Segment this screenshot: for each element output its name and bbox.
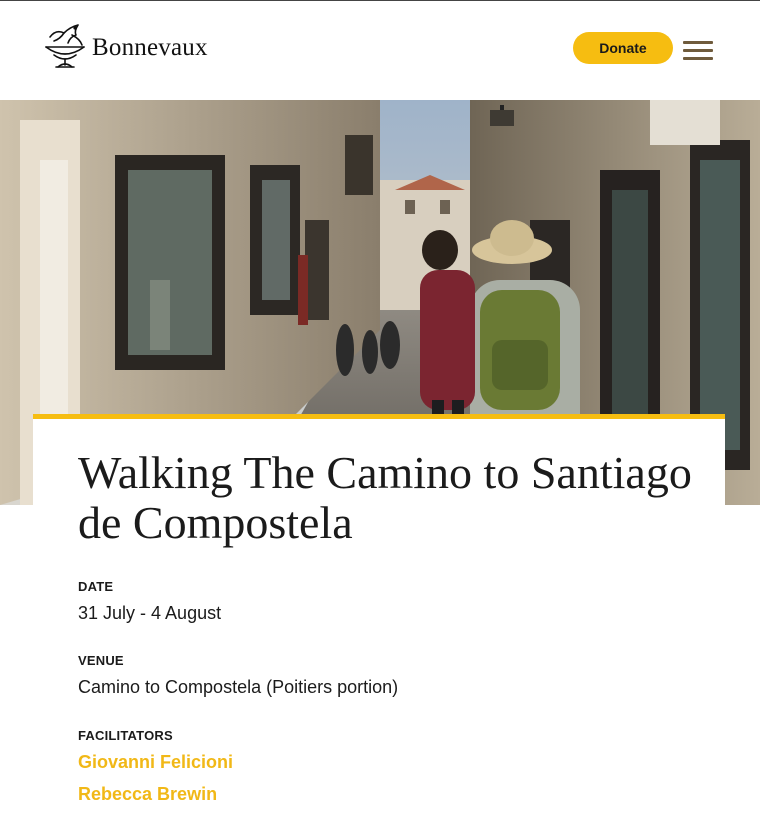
logo-text: Bonnevaux (92, 34, 208, 61)
date-label: DATE (78, 579, 114, 594)
facilitator-link[interactable]: Giovanni Felicioni (78, 752, 233, 773)
bird-bowl-logo-icon (45, 24, 85, 68)
venue-label: VENUE (78, 653, 124, 668)
event-title: Walking The Camino to Santiago de Compos… (78, 447, 692, 548)
facilitators-label: FACILITATORS (78, 728, 173, 743)
date-value: 31 July - 4 August (78, 603, 222, 623)
venue-value: Camino to Compostela (Poitiers portion) (78, 677, 399, 697)
site-logo[interactable]: Bonnevaux (42, 21, 208, 71)
facilitator-link[interactable]: Rebecca Brewin (78, 784, 217, 805)
hamburger-menu-icon[interactable] (683, 41, 713, 61)
donate-button[interactable]: Donate (573, 32, 673, 64)
site-header: Bonnevaux Donate (0, 1, 760, 100)
